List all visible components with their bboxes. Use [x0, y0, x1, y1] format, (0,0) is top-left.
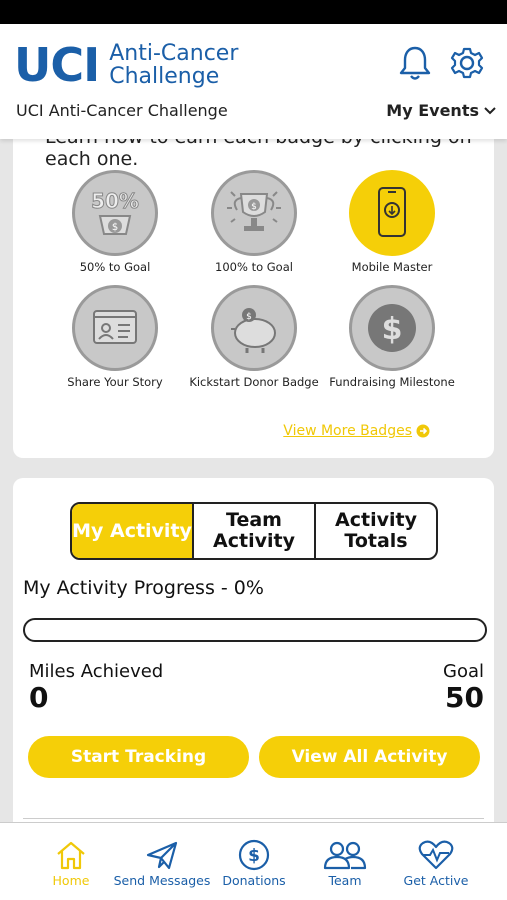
profile-card-badge-icon [72, 285, 158, 371]
tab-my-activity[interactable]: My Activity [72, 504, 192, 558]
my-events-dropdown[interactable]: My Events [386, 101, 497, 120]
badge-kickstart-donor[interactable]: $ Kickstart Donor Badge [185, 285, 323, 389]
svg-text:50%: 50% [91, 189, 139, 213]
view-more-badges-link[interactable]: View More Badges [283, 423, 430, 439]
chevron-down-icon [484, 106, 496, 114]
badge-mobile-master[interactable]: Mobile Master [323, 170, 461, 274]
logo: UCI Anti-Cancer Challenge [14, 42, 238, 88]
miles-achieved-label: Miles Achieved [29, 661, 164, 682]
svg-text:$: $ [251, 202, 257, 212]
tab-team-activity[interactable]: Team Activity [192, 504, 314, 558]
badge-50-percent[interactable]: 50% $ 50% to Goal [46, 170, 184, 274]
dollar-circle-icon: $ [220, 837, 288, 873]
bell-icon[interactable] [398, 44, 432, 82]
home-icon [40, 837, 102, 873]
dollar-coin-badge-icon: $ [349, 285, 435, 371]
organization-name: UCI Anti-Cancer Challenge [16, 101, 228, 120]
logo-subtitle: Anti-Cancer Challenge [109, 41, 239, 89]
fifty-percent-badge-icon: 50% $ [72, 170, 158, 256]
piggy-bank-badge-icon: $ [211, 285, 297, 371]
trophy-badge-icon: $ [211, 170, 297, 256]
svg-text:$: $ [246, 312, 252, 322]
logo-uci: UCI [14, 38, 100, 92]
activity-card: My Activity Team Activity Activity Total… [13, 478, 494, 838]
nav-team[interactable]: Team [315, 837, 375, 888]
activity-progress-title: My Activity Progress - 0% [23, 577, 264, 599]
arrow-circle-right-icon [416, 424, 430, 438]
nav-donations[interactable]: $ Donations [220, 837, 288, 888]
divider [23, 818, 484, 819]
team-icon [315, 837, 375, 873]
start-tracking-button[interactable]: Start Tracking [28, 736, 249, 778]
activity-tabs: My Activity Team Activity Activity Total… [70, 502, 438, 560]
paper-plane-icon [113, 837, 211, 873]
view-all-activity-button[interactable]: View All Activity [259, 736, 480, 778]
miles-achieved-value: 0 [29, 681, 49, 714]
activity-progress-bar [23, 618, 487, 642]
tab-activity-totals[interactable]: Activity Totals [314, 504, 436, 558]
nav-send-messages[interactable]: Send Messages [113, 837, 211, 888]
badge-fundraising-milestone[interactable]: $ Fundraising Milestone [323, 285, 461, 389]
mobile-badge-icon [349, 170, 435, 256]
goal-value: 50 [445, 681, 484, 714]
badge-100-percent[interactable]: $ 100% to Goal [185, 170, 323, 274]
svg-text:$: $ [112, 222, 118, 233]
nav-get-active[interactable]: Get Active [400, 837, 472, 888]
bottom-nav: Home Send Messages $ Donations Team Get … [0, 822, 507, 900]
svg-text:$: $ [248, 846, 260, 866]
badges-card: Learn how to earn each badge by clicking… [13, 118, 494, 458]
goal-label: Goal [443, 661, 484, 682]
badge-share-your-story[interactable]: Share Your Story [46, 285, 184, 389]
app-header: UCI Anti-Cancer Challenge UCI Anti-Cance… [0, 24, 507, 139]
gear-icon[interactable] [450, 44, 484, 82]
status-bar [0, 0, 507, 24]
heart-pulse-icon [400, 837, 472, 873]
svg-text:$: $ [382, 312, 403, 347]
nav-home[interactable]: Home [40, 837, 102, 888]
